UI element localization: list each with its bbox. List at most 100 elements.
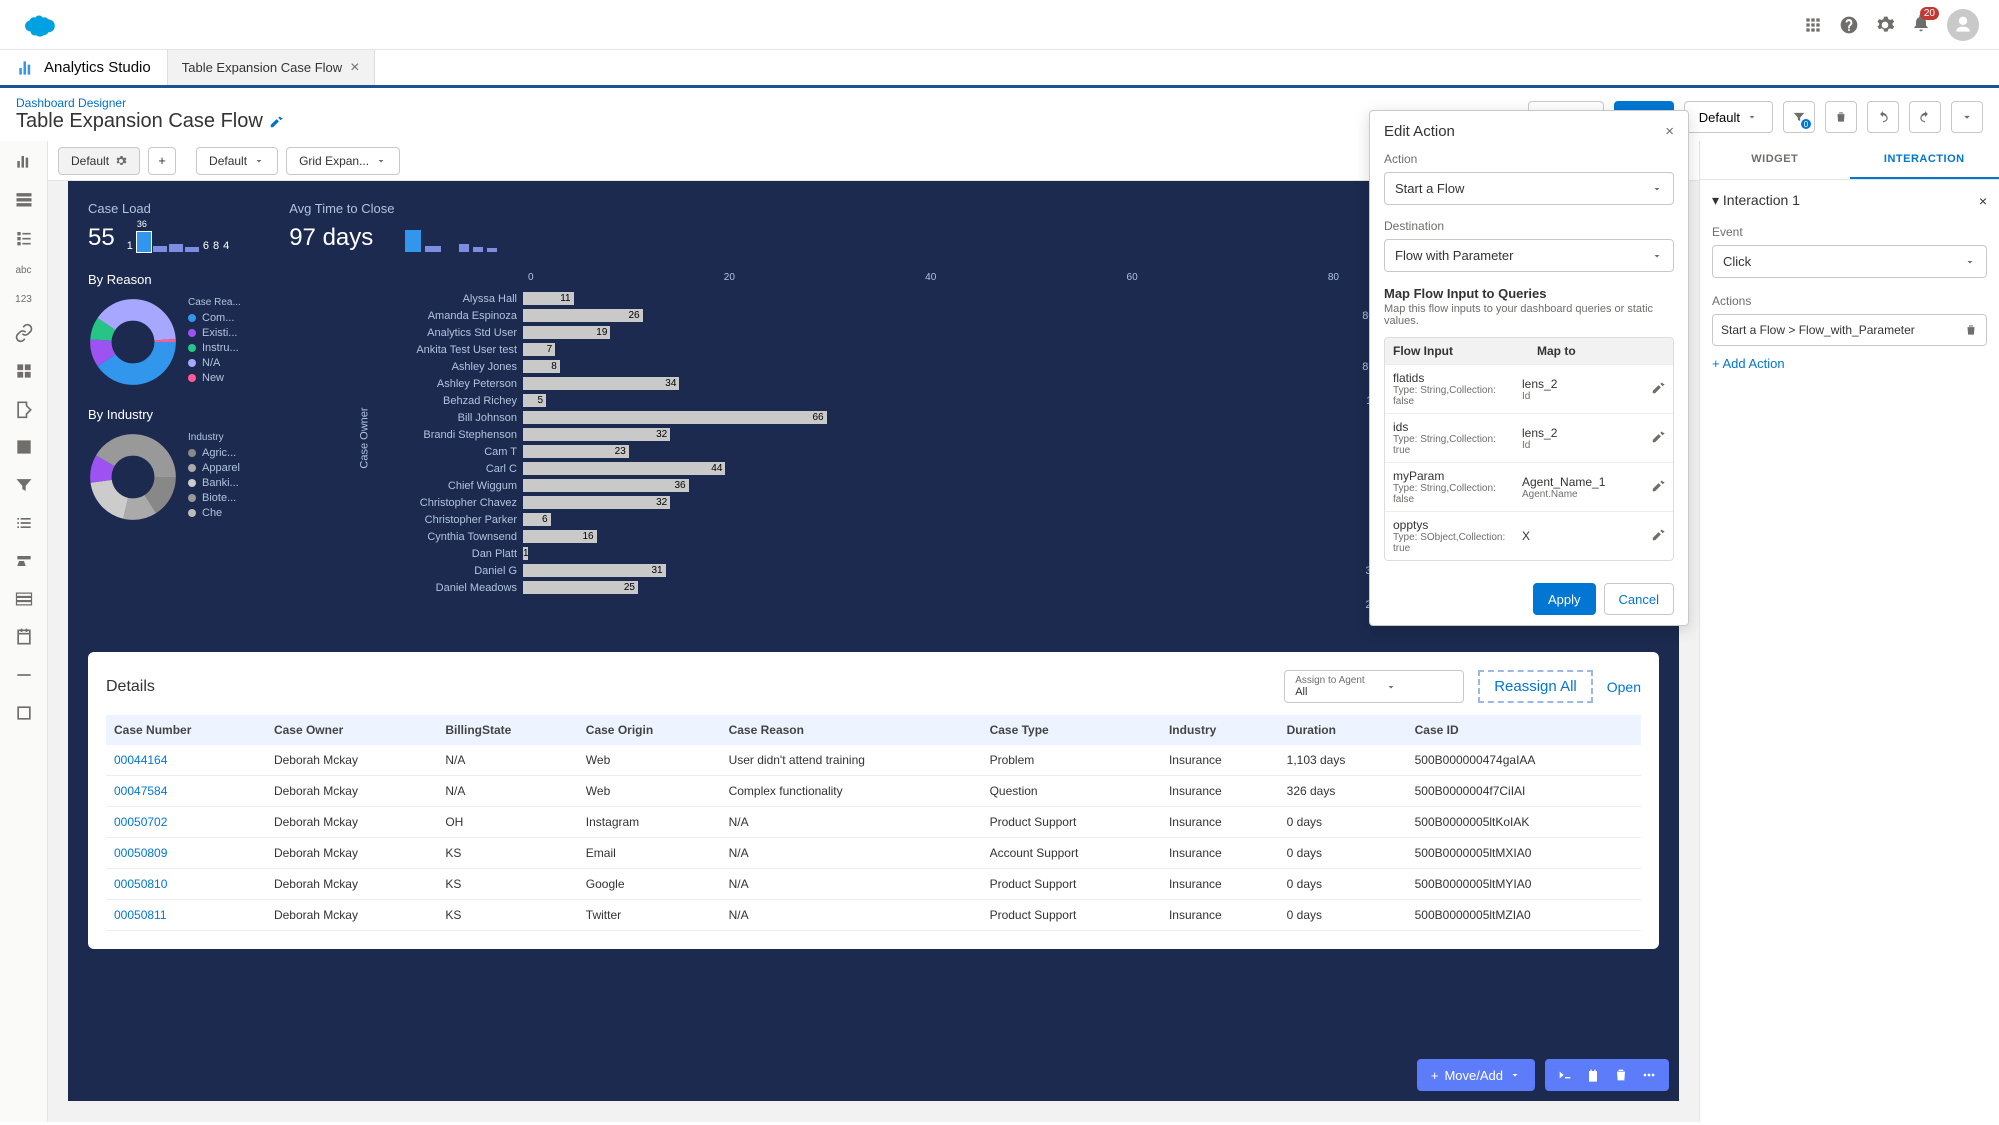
owner-bar-row[interactable]: Ankita Test User test7 <box>348 341 1339 358</box>
number-widget-icon[interactable]: 123 <box>15 294 32 305</box>
breadcrumb[interactable]: Dashboard Designer <box>16 96 283 110</box>
cancel-button[interactable]: Cancel <box>1604 583 1674 615</box>
table-widget-icon[interactable] <box>14 189 34 209</box>
edit-row-icon[interactable] <box>1651 479 1665 493</box>
more-icon[interactable] <box>1641 1067 1657 1083</box>
chart-by-industry[interactable]: By Industry Industry Agri <box>88 407 328 522</box>
container-widget-icon[interactable] <box>14 361 34 381</box>
table-header[interactable]: Case Reason <box>721 715 982 745</box>
canvas-tab-page-default[interactable]: Default <box>196 147 278 175</box>
table-header[interactable]: Duration <box>1279 715 1407 745</box>
action-select[interactable]: Start a Flow <box>1384 172 1674 205</box>
clipboard-icon[interactable] <box>1585 1067 1601 1083</box>
redo-button[interactable] <box>1909 101 1941 133</box>
reassign-all-button[interactable]: Reassign All <box>1478 670 1593 703</box>
case-number-link[interactable]: 00050809 <box>106 838 266 869</box>
owner-bar-row[interactable]: Dan Platt1 <box>348 545 1339 562</box>
repeater-widget-icon[interactable] <box>14 589 34 609</box>
chart-owner-bars[interactable]: Case Owner 020406080 Alyssa Hall11Amanda… <box>348 272 1339 632</box>
owner-bar-row[interactable]: Daniel Meadows25 <box>348 579 1339 596</box>
owner-bar-row[interactable]: Daniel G31 <box>348 562 1339 579</box>
chart-widget-icon[interactable] <box>14 151 34 171</box>
close-tab-icon[interactable]: × <box>350 59 359 77</box>
text-widget-icon[interactable]: abc <box>15 265 31 276</box>
table-row[interactable]: 00050811Deborah MckayKSTwitterN/AProduct… <box>106 900 1641 931</box>
table-header[interactable]: Case Type <box>982 715 1161 745</box>
link-widget-icon[interactable] <box>14 323 34 343</box>
chart-by-reason[interactable]: By Reason Case Rea... Com <box>88 272 328 387</box>
edit-row-icon[interactable] <box>1651 528 1665 542</box>
table-row[interactable]: 00047584Deborah MckayN/AWebComplex funct… <box>106 776 1641 807</box>
interaction-header[interactable]: ▾ Interaction 1 × <box>1712 192 1987 209</box>
owner-bar-row[interactable]: Bill Johnson66 <box>348 409 1339 426</box>
table-header[interactable]: Case ID <box>1407 715 1641 745</box>
owner-bar-row[interactable]: Brandi Stephenson32 <box>348 426 1339 443</box>
owner-bar-row[interactable]: Ashley Peterson34 <box>348 375 1339 392</box>
owner-bar-row[interactable]: Behzad Richey5 <box>348 392 1339 409</box>
event-select[interactable]: Click <box>1712 245 1987 278</box>
table-header[interactable]: BillingState <box>437 715 577 745</box>
apply-button[interactable]: Apply <box>1533 583 1596 615</box>
assign-dropdown[interactable]: Assign to AgentAll <box>1284 670 1464 703</box>
move-add-button[interactable]: + Move/Add <box>1417 1059 1535 1091</box>
owner-bar-row[interactable]: Christopher Chavez32 <box>348 494 1339 511</box>
case-number-link[interactable]: 00050810 <box>106 869 266 900</box>
table-row[interactable]: 00050702Deborah MckayOHInstagramN/AProdu… <box>106 807 1641 838</box>
owner-bar-row[interactable]: Cynthia Townsend16 <box>348 528 1339 545</box>
close-interaction-icon[interactable]: × <box>1979 193 1987 209</box>
case-number-link[interactable]: 00047584 <box>106 776 266 807</box>
filter-widget-icon[interactable] <box>14 475 34 495</box>
prop-tab-widget[interactable]: WIDGET <box>1700 141 1850 179</box>
details-card[interactable]: Details Assign to AgentAll Reassign All … <box>88 652 1659 949</box>
list-widget-icon[interactable] <box>14 227 34 247</box>
destination-select[interactable]: Flow with Parameter <box>1384 239 1674 272</box>
owner-bar-row[interactable]: Carl C44 <box>348 460 1339 477</box>
owner-bar-row[interactable]: Chief Wiggum36 <box>348 477 1339 494</box>
image-widget-icon[interactable] <box>14 437 34 457</box>
add-action-link[interactable]: + Add Action <box>1712 356 1987 371</box>
close-popover-icon[interactable]: × <box>1665 123 1674 140</box>
more-button[interactable] <box>1951 101 1983 133</box>
metric-avg-close[interactable]: Avg Time to Close 97 days <box>289 201 497 252</box>
owner-bar-row[interactable]: Alyssa Hall11 <box>348 290 1339 307</box>
delete-action-icon[interactable] <box>1964 323 1978 337</box>
table-row[interactable]: 00050810Deborah MckayKSGoogleN/AProduct … <box>106 869 1641 900</box>
trash-icon[interactable] <box>1613 1067 1629 1083</box>
table-row[interactable]: 00044164Deborah MckayN/AWebUser didn't a… <box>106 745 1641 776</box>
owner-bar-row[interactable]: Christopher Parker6 <box>348 511 1339 528</box>
line-widget-icon[interactable] <box>14 665 34 685</box>
action-widget-icon[interactable] <box>14 551 34 571</box>
settings-icon[interactable] <box>1875 15 1895 35</box>
app-brand[interactable]: Analytics Studio <box>0 50 167 85</box>
metric-case-load[interactable]: Case Load 55 1 36 6 8 <box>88 201 229 252</box>
canvas-tab-default[interactable]: Default <box>58 147 140 175</box>
table-row[interactable]: 00050809Deborah MckayKSEmailN/AAccount S… <box>106 838 1641 869</box>
case-number-link[interactable]: 00050811 <box>106 900 266 931</box>
table-header[interactable]: Case Number <box>106 715 266 745</box>
edit-row-icon[interactable] <box>1651 381 1665 395</box>
undo-button[interactable] <box>1867 101 1899 133</box>
case-number-link[interactable]: 00044164 <box>106 745 266 776</box>
add-canvas-tab[interactable]: + <box>148 147 176 175</box>
canvas-tab-grid-expan[interactable]: Grid Expan... <box>286 147 400 175</box>
gear-icon[interactable] <box>115 155 127 167</box>
case-number-link[interactable]: 00050702 <box>106 807 266 838</box>
owner-bar-row[interactable]: Analytics Std User19 <box>348 324 1339 341</box>
edit-row-icon[interactable] <box>1651 430 1665 444</box>
owner-bar-row[interactable]: Cam T23 <box>348 443 1339 460</box>
default-dropdown[interactable]: Default <box>1684 101 1773 133</box>
component-widget-icon[interactable] <box>14 703 34 723</box>
apps-icon[interactable] <box>1803 15 1823 35</box>
navigation-widget-icon[interactable] <box>14 399 34 419</box>
help-icon[interactable] <box>1839 15 1859 35</box>
date-widget-icon[interactable] <box>14 627 34 647</box>
table-header[interactable]: Case Origin <box>578 715 721 745</box>
bullet-widget-icon[interactable] <box>14 513 34 533</box>
action-item[interactable]: Start a Flow > Flow_with_Parameter <box>1712 314 1987 346</box>
avatar[interactable] <box>1947 9 1979 41</box>
table-header[interactable]: Case Owner <box>266 715 437 745</box>
open-link[interactable]: Open <box>1607 679 1641 695</box>
edit-title-icon[interactable] <box>269 115 283 129</box>
filter-button[interactable]: 0 <box>1783 101 1815 133</box>
table-header[interactable]: Industry <box>1161 715 1279 745</box>
